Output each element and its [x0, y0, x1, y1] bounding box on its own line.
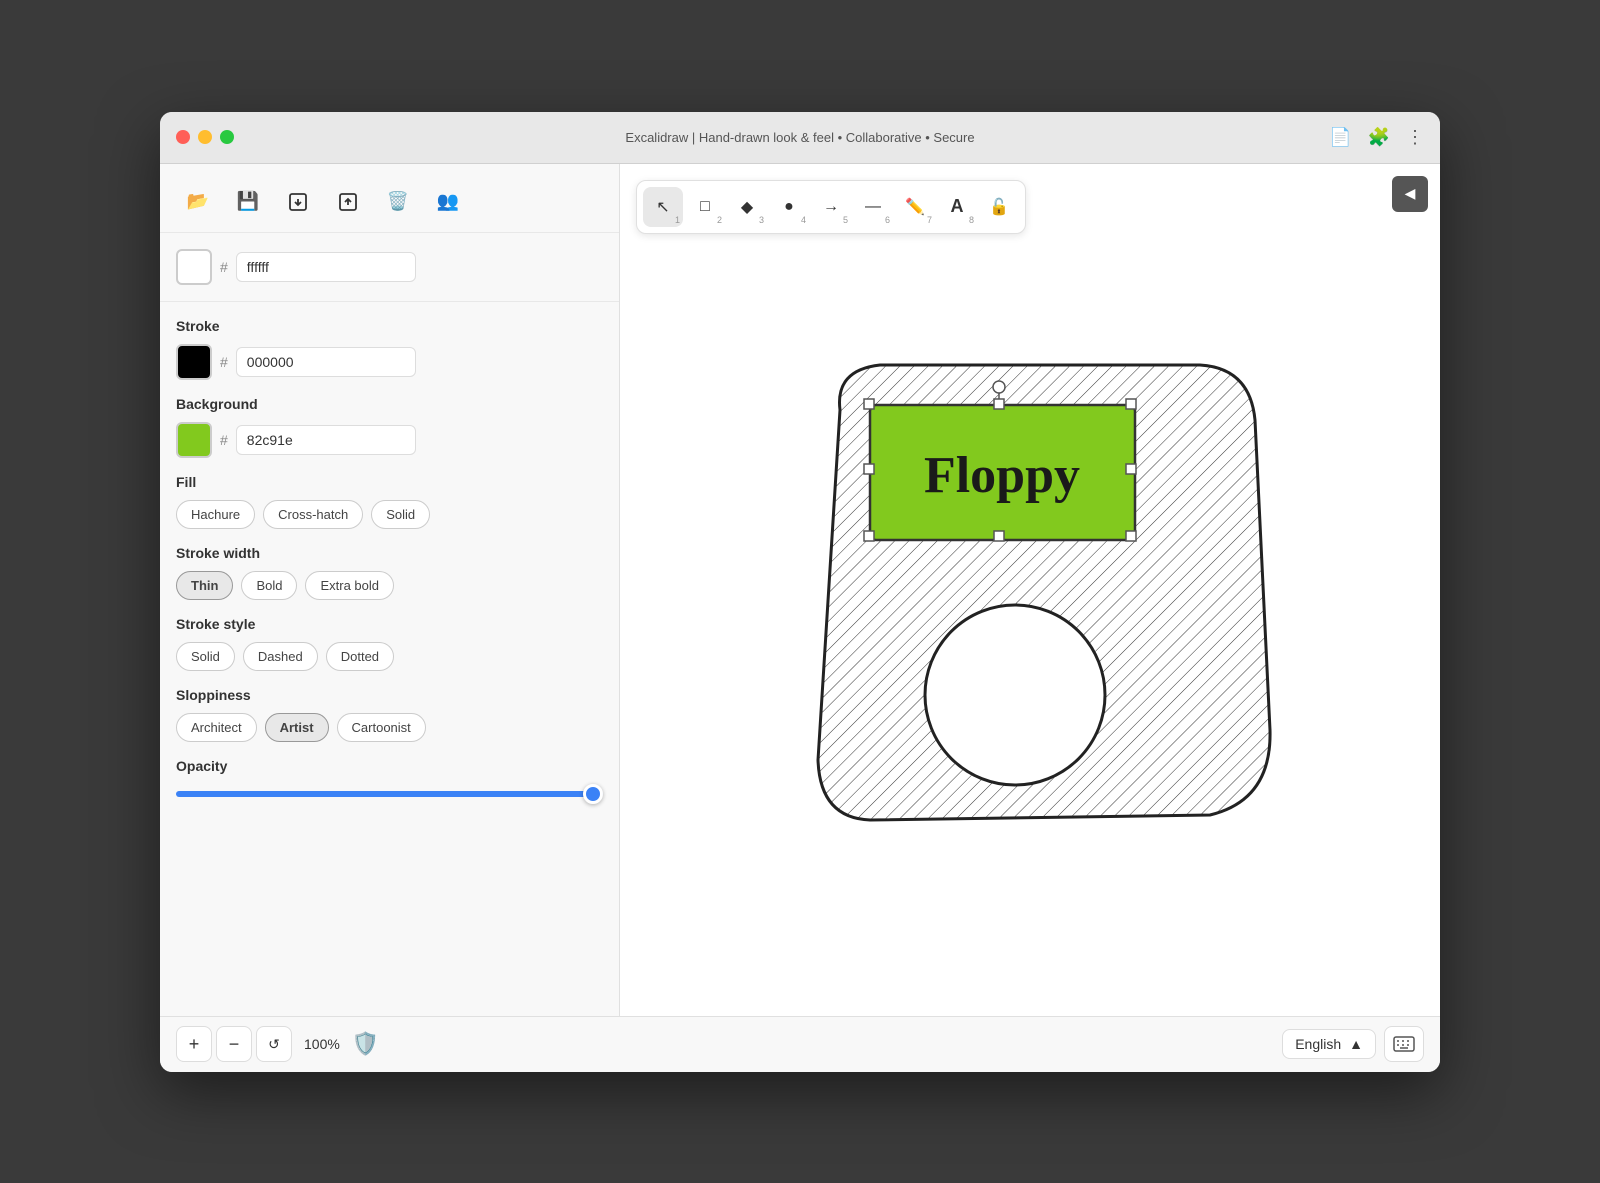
sidebar: 📂 💾 🗑️ 👥 — [160, 164, 620, 1016]
stroke-dotted-btn[interactable]: Dotted — [326, 642, 394, 671]
share-button[interactable] — [326, 180, 370, 224]
fill-options: Hachure Cross-hatch Solid — [176, 500, 603, 529]
bottom-bar: + − ↺ 100% 🛡️ English ▲ — [160, 1016, 1440, 1072]
opacity-label: Opacity — [176, 758, 603, 774]
color-row: # — [176, 249, 603, 285]
zoom-out-button[interactable]: − — [216, 1026, 252, 1062]
titlebar-actions: 📄 🧩 ⋮ — [1329, 127, 1424, 148]
pencil-icon: ✏️ — [905, 197, 925, 217]
drawing-toolbar: ↖ 1 □ 2 ◆ 3 ● 4 → 5 — [636, 180, 1026, 234]
stroke-style-options: Solid Dashed Dotted — [176, 642, 603, 671]
sloppiness-architect-btn[interactable]: Architect — [176, 713, 257, 742]
puzzle-icon[interactable]: 🧩 — [1368, 127, 1390, 148]
window-title: Excalidraw | Hand-drawn look & feel • Co… — [625, 130, 974, 145]
stroke-width-label: Stroke width — [176, 545, 603, 561]
zoom-in-button[interactable]: + — [176, 1026, 212, 1062]
tool-line[interactable]: — 6 — [853, 187, 893, 227]
canvas-area[interactable]: ↖ 1 □ 2 ◆ 3 ● 4 → 5 — [620, 164, 1440, 1016]
stroke-thin-btn[interactable]: Thin — [176, 571, 233, 600]
keyboard-icon — [1393, 1036, 1415, 1052]
rectangle-icon: □ — [700, 198, 710, 216]
arrow-icon: → — [823, 198, 839, 216]
export-button[interactable] — [276, 180, 320, 224]
chevron-up-icon: ▲ — [1349, 1036, 1363, 1052]
tool-arrow[interactable]: → 5 — [811, 187, 851, 227]
opacity-slider-container — [176, 784, 603, 802]
delete-button[interactable]: 🗑️ — [376, 180, 420, 224]
stroke-bold-btn[interactable]: Bold — [241, 571, 297, 600]
save-button[interactable]: 💾 — [226, 180, 270, 224]
language-label: English — [1295, 1036, 1341, 1052]
color-swatch-white[interactable] — [176, 249, 212, 285]
lock-icon: 🔓 — [989, 197, 1009, 217]
floppy-disk-svg: Floppy — [780, 330, 1280, 850]
language-selector[interactable]: English ▲ — [1282, 1029, 1376, 1059]
zoom-level: 100% — [296, 1036, 348, 1052]
color-section: # — [160, 233, 619, 302]
app-window: Excalidraw | Hand-drawn look & feel • Co… — [160, 112, 1440, 1072]
file-toolbar: 📂 💾 🗑️ 👥 — [160, 164, 619, 233]
stroke-extra-bold-btn[interactable]: Extra bold — [305, 571, 394, 600]
tool-ellipse[interactable]: ● 4 — [769, 187, 809, 227]
titlebar: Excalidraw | Hand-drawn look & feel • Co… — [160, 112, 1440, 164]
text-icon: A — [951, 196, 964, 217]
tool-diamond[interactable]: ◆ 3 — [727, 187, 767, 227]
minimize-button[interactable] — [198, 130, 212, 144]
stroke-style-label: Stroke style — [176, 616, 603, 632]
fill-solid-btn[interactable]: Solid — [371, 500, 430, 529]
stroke-dashed-btn[interactable]: Dashed — [243, 642, 318, 671]
corner-button[interactable]: ◀ — [1392, 176, 1428, 212]
opacity-slider[interactable] — [176, 791, 603, 797]
collapse-icon: ◀ — [1405, 185, 1416, 202]
fill-crosshatch-btn[interactable]: Cross-hatch — [263, 500, 363, 529]
stroke-width-options: Thin Bold Extra bold — [176, 571, 603, 600]
stroke-solid-btn[interactable]: Solid — [176, 642, 235, 671]
floppy-text: Floppy — [924, 447, 1080, 504]
stroke-color-swatch[interactable] — [176, 344, 212, 380]
color-hex-input[interactable] — [236, 252, 416, 282]
main-content: 📂 💾 🗑️ 👥 — [160, 164, 1440, 1016]
background-color-swatch[interactable] — [176, 422, 212, 458]
tool-pencil[interactable]: ✏️ 7 — [895, 187, 935, 227]
select-icon: ↖ — [656, 197, 669, 217]
tool-select[interactable]: ↖ 1 — [643, 187, 683, 227]
more-icon[interactable]: ⋮ — [1406, 127, 1424, 148]
sloppiness-cartoonist-btn[interactable]: Cartoonist — [337, 713, 426, 742]
background-hex-input[interactable] — [236, 425, 416, 455]
properties-section: Stroke # Background # Fill Hachure — [160, 302, 619, 1016]
collaborate-button[interactable]: 👥 — [426, 180, 470, 224]
fill-hachure-btn[interactable]: Hachure — [176, 500, 255, 529]
tool-rectangle[interactable]: □ 2 — [685, 187, 725, 227]
stroke-label: Stroke — [176, 318, 603, 334]
sloppiness-artist-btn[interactable]: Artist — [265, 713, 329, 742]
fill-label: Fill — [176, 474, 603, 490]
ellipse-icon: ● — [784, 198, 794, 216]
line-icon: — — [865, 198, 881, 216]
background-row: # — [176, 422, 603, 458]
tool-lock[interactable]: 🔓 — [979, 187, 1019, 227]
open-button[interactable]: 📂 — [176, 180, 220, 224]
right-controls: English ▲ — [1282, 1026, 1424, 1062]
stroke-hex-input[interactable] — [236, 347, 416, 377]
bg-hash: # — [220, 432, 228, 448]
sloppiness-label: Sloppiness — [176, 687, 603, 703]
zoom-controls: + − ↺ 100% 🛡️ — [176, 1026, 379, 1062]
document-icon[interactable]: 📄 — [1329, 127, 1351, 148]
hash-symbol: # — [220, 259, 228, 275]
stroke-hash: # — [220, 354, 228, 370]
close-button[interactable] — [176, 130, 190, 144]
maximize-button[interactable] — [220, 130, 234, 144]
stroke-row: # — [176, 344, 603, 380]
tool-text[interactable]: A 8 — [937, 187, 977, 227]
background-label: Background — [176, 396, 603, 412]
opacity-section: Opacity — [176, 758, 603, 802]
diamond-icon: ◆ — [741, 197, 753, 217]
drawing-canvas[interactable]: Floppy — [620, 164, 1440, 1016]
sloppiness-options: Architect Artist Cartoonist — [176, 713, 603, 742]
excalidraw-plus-icon[interactable]: 🛡️ — [352, 1031, 379, 1057]
keyboard-shortcuts-button[interactable] — [1384, 1026, 1424, 1062]
traffic-lights — [176, 130, 234, 144]
zoom-reset-button[interactable]: ↺ — [256, 1026, 292, 1062]
